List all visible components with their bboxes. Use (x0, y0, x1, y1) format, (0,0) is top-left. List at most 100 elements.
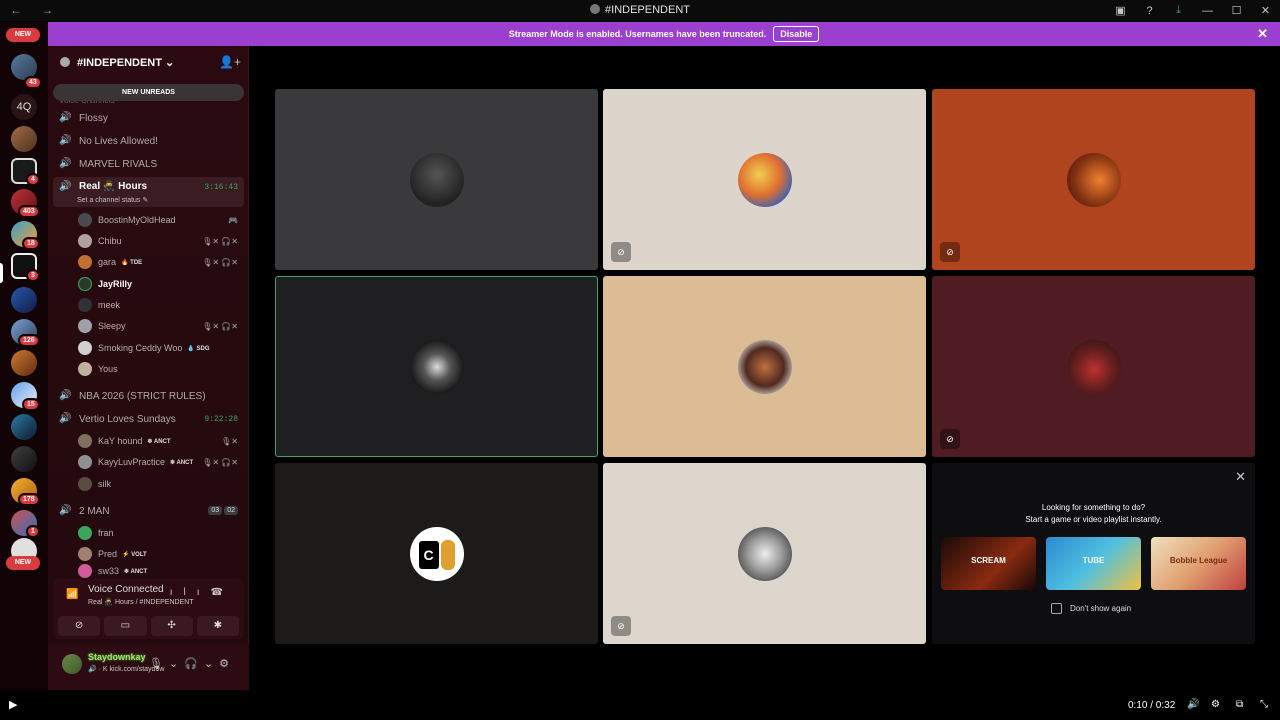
member-name: Pred (98, 549, 118, 559)
headphones-icon[interactable]: 🎧 (184, 658, 204, 670)
chevron-down-icon[interactable]: ⌄ (169, 658, 184, 670)
server-icon-4q[interactable]: 4Q (11, 94, 37, 120)
user-avatar[interactable] (62, 654, 82, 674)
member-row[interactable]: fran (78, 523, 244, 543)
mention-badge: 1 (26, 525, 40, 538)
settings-gear-icon[interactable]: ⚙ (1211, 699, 1220, 710)
activity-card-label: Bobble League (1169, 556, 1228, 565)
member-row[interactable]: Chibu 🎙✕ 🎧✕ (78, 231, 244, 251)
dont-show-again[interactable]: Don't show again (1051, 603, 1131, 614)
help-icon[interactable]: ? (1135, 0, 1164, 21)
speaker-icon: 🔊 (59, 112, 72, 123)
activity-card-scream[interactable]: SCREAM (941, 537, 1036, 590)
muted-icon: 🎙✕ (221, 436, 238, 446)
volume-icon[interactable]: 🔊 (1187, 699, 1199, 710)
activity-card-bobble-league[interactable]: Bobble League (1151, 537, 1246, 590)
video-tile[interactable]: ⊘ (932, 276, 1255, 457)
speaker-icon: 🔊 (59, 135, 72, 146)
camera-off-button[interactable]: ⊘ (58, 616, 101, 636)
channel-marvel-rivals[interactable]: 🔊 MARVEL RIVALS (53, 154, 244, 174)
video-tile-speaking[interactable] (275, 276, 598, 457)
channel-timer: 9:22:28 (204, 414, 238, 424)
user-name[interactable]: Staydownkay (88, 652, 146, 662)
avatar (78, 234, 92, 248)
server-icon[interactable] (11, 446, 37, 472)
channel-status[interactable]: Set a channel status ✎ (77, 196, 148, 204)
pip-icon[interactable]: ⧉ (1236, 699, 1243, 710)
member-row[interactable]: Yous (78, 359, 244, 379)
member-row[interactable]: BoostinMyOldHead 🎮 (78, 210, 244, 230)
member-name: KaY hound (98, 436, 143, 446)
voice-connected-title[interactable]: Voice Connected (88, 584, 164, 595)
playback-time: 0:10 / 0:32 (1128, 700, 1176, 711)
video-tile[interactable]: ⊘ (603, 463, 926, 644)
banner-text: Streamer Mode is enabled. Usernames have… (508, 29, 767, 39)
video-tile[interactable]: C (275, 463, 598, 644)
download-icon[interactable]: ⤓ (1164, 0, 1193, 21)
channel-flossy[interactable]: 🔊 Flossy (53, 108, 244, 128)
soundboard-button[interactable]: ✱ (196, 616, 239, 636)
avatar (78, 526, 92, 540)
chevron-down-icon[interactable]: ⌄ (204, 658, 219, 670)
new-pill[interactable]: NEW (6, 28, 40, 42)
channel-2-man[interactable]: 🔊 2 MAN 03 02 (53, 501, 244, 521)
dont-show-checkbox[interactable] (1051, 603, 1062, 614)
speaker-icon: 🔊 (59, 181, 72, 192)
user-count-badges: 03 02 (208, 506, 238, 515)
minimize-icon[interactable]: — (1193, 0, 1222, 21)
close-icon[interactable]: ✕ (1235, 469, 1246, 485)
close-window-icon[interactable]: ✕ (1251, 0, 1280, 21)
user-count: 03 (208, 506, 223, 515)
member-row[interactable]: gara 🔥 TDE 🎙✕ 🎧✕ (78, 252, 244, 272)
channel-vertio-loves-sundays[interactable]: 🔊 Vertio Loves Sundays 9:22:28 (53, 409, 244, 429)
add-member-icon[interactable]: 👤+ (219, 55, 241, 69)
member-row[interactable]: silk (78, 474, 244, 494)
video-tile[interactable] (275, 89, 598, 270)
signal-icon[interactable]: 📶 (66, 589, 78, 600)
screen-share-button[interactable]: ▭ (104, 616, 147, 636)
member-row[interactable]: KayyLuvPractice ❄ ANCT 🎙✕ 🎧✕ (78, 452, 244, 472)
member-row[interactable]: Smoking Ceddy Woo 💧 SDG (78, 338, 244, 358)
clan-tag: ❄ ANCT (170, 459, 194, 466)
noise-suppression-icon[interactable]: ılı (170, 587, 211, 598)
member-row[interactable]: meek (78, 295, 244, 315)
channel-no-lives-allowed[interactable]: 🔊 No Lives Allowed! (53, 131, 244, 151)
new-pill[interactable]: NEW (6, 556, 40, 570)
server-icon[interactable] (11, 414, 37, 440)
member-row[interactable]: Pred ⚡ VOLT (78, 544, 244, 564)
channel-real-hours[interactable]: 🔊 Real 🥷 Hours 3:16:43 Set a channel sta… (53, 177, 244, 207)
fullscreen-icon[interactable]: ⤡ (1260, 699, 1268, 710)
play-icon[interactable]: ▶ (9, 698, 17, 711)
disable-button[interactable]: Disable (773, 26, 820, 42)
member-row[interactable]: Sleepy 🎙✕ 🎧✕ (78, 316, 244, 336)
member-row[interactable]: sw33 ❄ ANCT (78, 564, 244, 578)
server-name-text: #INDEPENDENT (77, 57, 162, 69)
new-unreads-pill[interactable]: NEW UNREADS (53, 84, 244, 101)
video-tile[interactable] (603, 276, 926, 457)
channel-name: No Lives Allowed! (79, 135, 158, 147)
voice-connected-channel[interactable]: Real 🥷 Hours / #INDEPENDENT (88, 598, 194, 606)
clan-tag: 💧 SDG (187, 345, 210, 352)
server-icon[interactable] (11, 287, 37, 313)
maximize-icon[interactable]: ☐ (1222, 0, 1251, 21)
member-row[interactable]: KaY hound ❄ ANCT 🎙✕ (78, 431, 244, 451)
avatar (78, 477, 92, 491)
disconnect-icon[interactable]: ☎ (211, 587, 234, 598)
close-icon[interactable]: ✕ (1257, 26, 1268, 42)
member-row[interactable]: JayRilly (78, 274, 244, 294)
inbox-icon[interactable]: ▣ (1106, 0, 1135, 21)
activity-card-tube[interactable]: TUBE (1046, 537, 1141, 590)
microphone-icon[interactable]: 🎙 (149, 658, 169, 670)
server-header[interactable]: #INDEPENDENT ⌄ 👤+ (48, 46, 249, 78)
avatar (78, 362, 92, 376)
settings-gear-icon[interactable]: ⚙ (219, 658, 235, 670)
video-tile[interactable]: ⊘ (932, 89, 1255, 270)
server-icon[interactable] (11, 126, 37, 152)
server-icon[interactable] (11, 350, 37, 376)
channel-nba-2026[interactable]: 🔊 NBA 2026 (STRICT RULES) (53, 386, 244, 406)
participant-avatar (737, 339, 792, 394)
activities-button[interactable]: ✣ (150, 616, 193, 636)
member-name: Sleepy (98, 321, 126, 331)
participant-avatar (409, 339, 464, 394)
video-tile[interactable]: ⊘ (603, 89, 926, 270)
